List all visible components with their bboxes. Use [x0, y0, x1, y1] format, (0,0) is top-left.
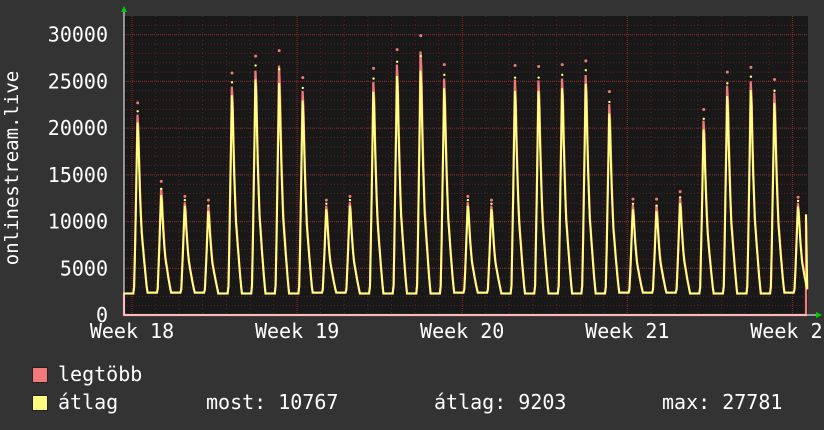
- max-peak-point: [372, 66, 376, 70]
- avg-peak-point: [136, 110, 139, 113]
- legend-avg-swatch: [32, 395, 48, 411]
- y-tick-label: 30000: [48, 23, 108, 47]
- avg-peak-point: [301, 86, 304, 90]
- avg-peak-point: [325, 202, 328, 206]
- y-tick-label: 25000: [48, 69, 108, 93]
- max-peak-point: [773, 78, 777, 82]
- max-peak-point: [725, 70, 729, 74]
- avg-peak-point: [230, 81, 234, 84]
- max-peak-point: [348, 194, 352, 198]
- avg-peak-point: [561, 73, 564, 77]
- legend-max-label: legtöbb: [58, 362, 143, 386]
- y-tick-label: 20000: [48, 116, 108, 140]
- stat-avg: átlag: 9203: [434, 390, 567, 414]
- avg-peak-point: [584, 68, 588, 72]
- x-tick-label: Week 18: [90, 319, 174, 340]
- max-peak-point: [301, 76, 305, 80]
- y-tick-label: 5000: [60, 256, 108, 280]
- max-peak-point: [277, 49, 281, 53]
- avg-peak-point: [466, 198, 470, 202]
- max-peak-point: [537, 64, 541, 68]
- chart-svg: 050001000015000200002500030000Week 18 Wee…: [1, 6, 824, 343]
- avg-peak-point: [796, 199, 800, 203]
- max-peak-point: [206, 198, 210, 202]
- max-peak-point: [584, 59, 588, 63]
- avg-peak-point: [207, 204, 210, 207]
- max-peak-point: [419, 34, 423, 38]
- max-peak-point: [560, 63, 564, 67]
- avg-peak-point: [631, 202, 635, 206]
- avg-peak-point: [443, 73, 446, 77]
- avg-peak-point: [183, 198, 187, 202]
- avg-peak-point: [277, 68, 281, 71]
- avg-peak-point: [419, 54, 422, 58]
- avg-peak-point: [655, 204, 658, 207]
- max-peak-point: [254, 54, 258, 58]
- max-peak-point: [442, 63, 446, 67]
- avg-peak-point: [254, 64, 257, 67]
- legend-avg-label: átlag: [58, 390, 119, 414]
- avg-peak-point: [160, 187, 163, 191]
- max-peak-point: [136, 101, 140, 105]
- max-peak-point: [655, 197, 659, 201]
- y-tick-label: 10000: [48, 210, 108, 234]
- max-peak-point: [489, 198, 493, 202]
- avg-peak-point: [395, 60, 399, 63]
- stat-max: max: 27781: [662, 390, 783, 414]
- x-tick-label: Week 19: [255, 319, 339, 340]
- avg-peak-point: [749, 75, 753, 78]
- avg-peak-point: [678, 196, 682, 199]
- x-tick-label: Week 20: [420, 319, 504, 340]
- max-peak-point: [702, 107, 706, 111]
- traffic-chart: 0 5000 10000 15000 20000 25000 30000 Week 18 Wee…: [0, 0, 824, 430]
- max-peak-point: [796, 195, 800, 199]
- max-peak-point: [466, 194, 470, 198]
- max-peak-point: [230, 71, 234, 75]
- max-peak-point: [631, 197, 635, 201]
- avg-peak-point: [726, 82, 729, 85]
- avg-peak-point: [490, 202, 493, 206]
- legend-max-swatch: [32, 367, 48, 383]
- avg-peak-point: [348, 198, 352, 202]
- y-axis-label: onlinestream.live: [1, 71, 23, 265]
- max-peak-point: [607, 90, 611, 94]
- y-tick-label: 15000: [48, 163, 108, 187]
- avg-peak-point: [372, 77, 375, 80]
- x-tick-label: Week 22: [750, 319, 824, 340]
- x-tick-label: Week 21: [585, 319, 669, 340]
- max-peak-point: [513, 64, 517, 68]
- stat-now: most: 10767: [206, 390, 339, 414]
- x-axis-arrow: [816, 312, 822, 318]
- max-peak-point: [324, 198, 328, 202]
- avg-peak-point: [773, 89, 776, 92]
- avg-peak-point: [608, 100, 611, 104]
- max-peak-point: [183, 194, 187, 198]
- max-peak-point: [395, 48, 399, 52]
- max-peak-point: [749, 65, 753, 69]
- avg-peak-point: [513, 76, 517, 79]
- max-peak-point: [159, 179, 163, 183]
- max-peak-point: [678, 190, 682, 194]
- avg-peak-point: [702, 117, 705, 120]
- y-axis-arrow: [121, 6, 127, 12]
- avg-peak-point: [537, 76, 540, 79]
